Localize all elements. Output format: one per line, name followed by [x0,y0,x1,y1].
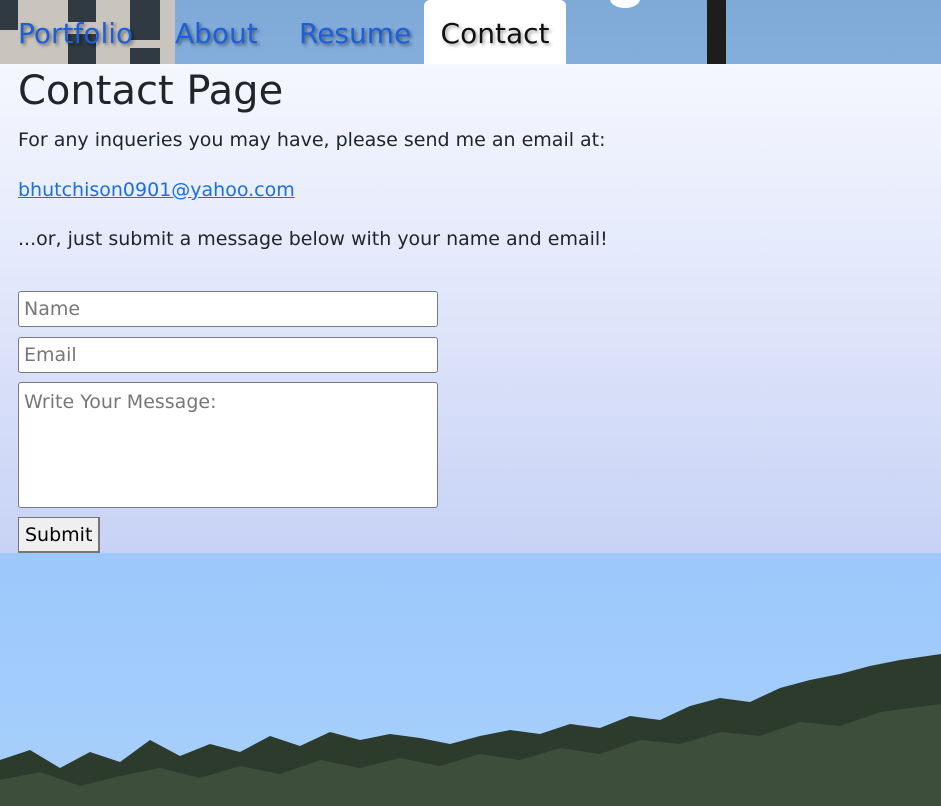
top-nav: Portfolio About Resume Contact [0,0,941,64]
nav-contact[interactable]: Contact [424,0,566,64]
submit-button[interactable]: Submit [18,517,101,553]
contact-panel: Contact Page For any inqueries you may h… [0,64,941,553]
intro-text: For any inqueries you may have, please s… [18,129,606,151]
message-textarea[interactable] [18,382,438,508]
email-input[interactable] [18,337,438,373]
name-input[interactable] [18,291,438,327]
alternate-text: ...or, just submit a message below with … [18,228,608,250]
page-title: Contact Page [18,68,284,114]
nav-about[interactable]: About [175,0,258,64]
forest-treeline [0,654,941,806]
nav-portfolio[interactable]: Portfolio [18,0,133,64]
email-line: bhutchison0901@yahoo.com [18,179,295,201]
email-link[interactable]: bhutchison0901@yahoo.com [18,179,295,201]
nav-resume[interactable]: Resume [299,0,411,64]
